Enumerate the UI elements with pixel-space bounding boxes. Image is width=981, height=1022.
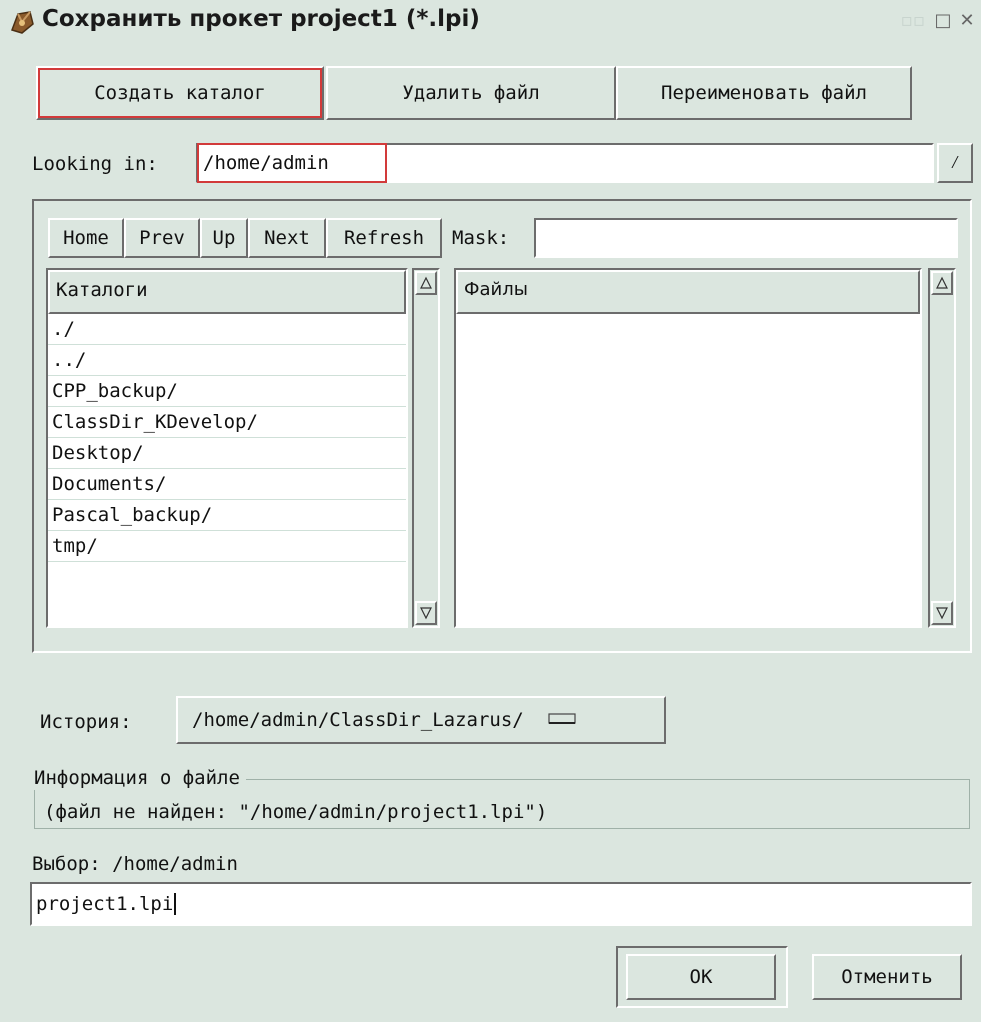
- filename-value: project1.lpi: [36, 893, 174, 915]
- dir-list-item[interactable]: tmp/: [48, 531, 406, 562]
- files-scrollbar[interactable]: [928, 268, 956, 628]
- dirs-list[interactable]: Каталоги ./../CPP_backup/ClassDir_KDevel…: [46, 268, 408, 628]
- dir-list-item[interactable]: Desktop/: [48, 438, 406, 469]
- create-dir-button[interactable]: Создать каталог: [36, 66, 324, 120]
- files-header[interactable]: Файлы: [456, 270, 920, 314]
- dir-list-item[interactable]: CPP_backup/: [48, 376, 406, 407]
- delete-file-button[interactable]: Удалить файл: [326, 66, 616, 120]
- minimize-icon[interactable]: ▫▫: [898, 10, 928, 32]
- next-button[interactable]: Next: [248, 218, 326, 258]
- ok-button[interactable]: OK: [626, 954, 776, 1000]
- dirs-items: ./../CPP_backup/ClassDir_KDevelop/Deskto…: [48, 314, 406, 562]
- dirs-header[interactable]: Каталоги: [48, 270, 406, 314]
- home-button[interactable]: Home: [48, 218, 124, 258]
- dir-list-item[interactable]: ../: [48, 345, 406, 376]
- dir-list-item[interactable]: ClassDir_KDevelop/: [48, 407, 406, 438]
- dir-list-item[interactable]: ./: [48, 314, 406, 345]
- scroll-down-icon[interactable]: [415, 601, 437, 625]
- looking-in-label: Looking in:: [32, 153, 158, 175]
- cancel-button[interactable]: Отменить: [812, 954, 962, 1000]
- fileinfo-legend: Информация о файле: [34, 766, 246, 790]
- files-list[interactable]: Файлы: [454, 268, 922, 628]
- rename-file-button[interactable]: Переименовать файл: [616, 66, 912, 120]
- filename-input[interactable]: project1.lpi: [30, 882, 972, 926]
- scroll-up-icon[interactable]: [931, 271, 953, 295]
- prev-button[interactable]: Prev: [124, 218, 200, 258]
- text-cursor: [174, 893, 177, 915]
- dir-list-item[interactable]: Documents/: [48, 469, 406, 500]
- app-icon: [8, 8, 36, 36]
- dirs-scrollbar[interactable]: [412, 268, 440, 628]
- selection-label: Выбор: /home/admin: [32, 853, 238, 875]
- mask-label: Mask:: [452, 227, 510, 249]
- mask-input[interactable]: [534, 218, 958, 258]
- close-icon[interactable]: ✕: [956, 10, 978, 32]
- maximize-icon[interactable]: □: [932, 10, 954, 32]
- dir-list-item[interactable]: Pascal_backup/: [48, 500, 406, 531]
- window-title: Сохранить прокет project1 (*.lpi): [42, 6, 480, 32]
- looking-in-value[interactable]: /home/admin: [197, 143, 387, 183]
- up-button[interactable]: Up: [200, 218, 248, 258]
- title-bar: Сохранить прокет project1 (*.lpi) ▫▫ □ ✕: [0, 0, 981, 44]
- history-dropdown[interactable]: /home/admin/ClassDir_Lazarus/: [176, 696, 666, 744]
- scroll-up-icon[interactable]: [415, 271, 437, 295]
- fileinfo-text: (файл не найден: "/home/admin/project1.l…: [44, 801, 548, 823]
- save-dialog: Сохранить прокет project1 (*.lpi) ▫▫ □ ✕…: [0, 0, 981, 1022]
- dropdown-icon: [548, 709, 578, 731]
- scroll-down-icon[interactable]: [931, 601, 953, 625]
- history-value: /home/admin/ClassDir_Lazarus/: [192, 709, 524, 731]
- refresh-button[interactable]: Refresh: [326, 218, 442, 258]
- path-history-icon[interactable]: ⁄: [937, 143, 973, 183]
- history-label: История:: [40, 711, 132, 733]
